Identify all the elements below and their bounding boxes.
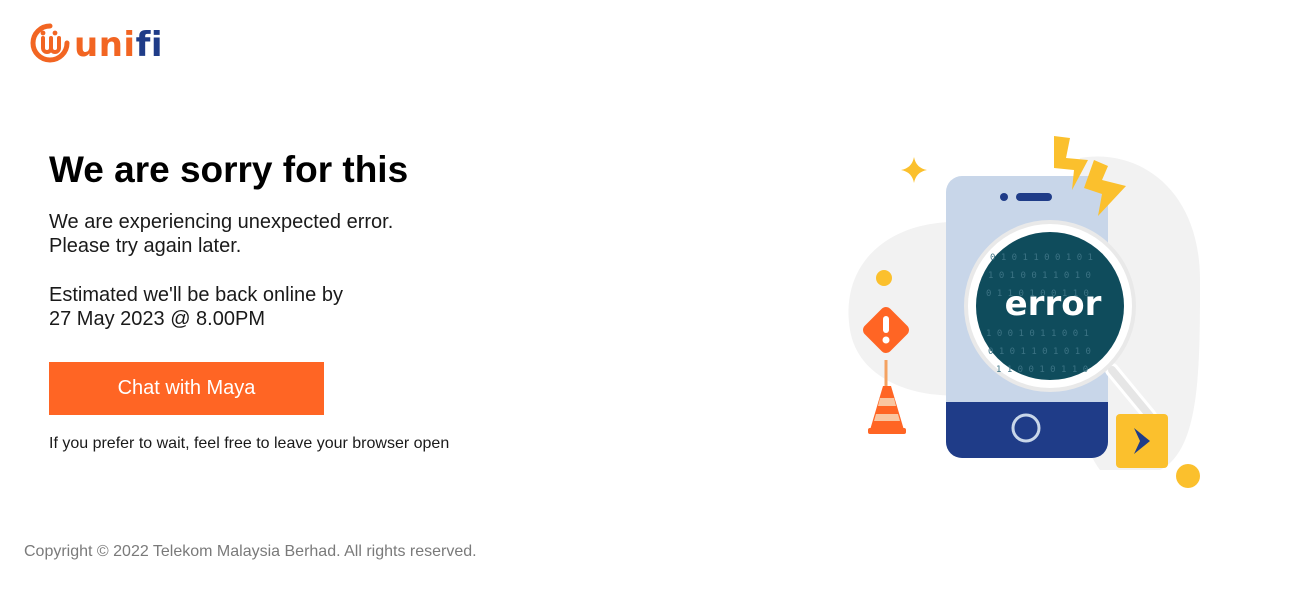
error-illustration: 0 1 0 1 1 0 0 1 0 1 1 0 1 0 0 1 1 0 1 0 … [848, 136, 1200, 488]
estimated-return-datetime: 27 May 2023 @ 8.00PM [49, 308, 265, 330]
error-message-line-1: We are experiencing unexpected error. [49, 211, 394, 233]
unifi-logo-icon [30, 23, 70, 63]
logo-wordmark-uni: uni [74, 25, 136, 65]
page-title: We are sorry for this [49, 149, 409, 190]
chat-with-maya-button[interactable]: Chat with Maya [49, 362, 324, 415]
error-message: We are experiencing unexpected error. Pl… [49, 210, 569, 258]
svg-text:0 1 0 1 1 0 1 0 1 0: 0 1 0 1 1 0 1 0 1 0 [988, 347, 1091, 357]
error-message-line-2: Please try again later. [49, 235, 242, 257]
error-page: unifi We are sorry for this We are exper… [0, 0, 1302, 614]
logo-wordmark: unifi [74, 28, 163, 62]
logo-wordmark-fi: fi [135, 25, 164, 65]
traffic-cone-icon [868, 386, 906, 434]
sparkle-icon [901, 157, 927, 183]
unifi-logo[interactable]: unifi [30, 18, 163, 70]
estimated-return-label: Estimated we'll be back online by [49, 284, 343, 306]
wait-note: If you prefer to wait, feel free to leav… [49, 435, 450, 452]
svg-text:1 0 0 1 0 1 1 0 0 1: 1 0 0 1 0 1 1 0 0 1 [986, 329, 1089, 339]
svg-text:0 1 0 1 1 0 0 1 0 1: 0 1 0 1 1 0 0 1 0 1 [990, 253, 1093, 263]
copyright-text: Copyright © 2022 Telekom Malaysia Berhad… [24, 543, 477, 560]
svg-text:1 0 1 0 0 1 1 0 1 0: 1 0 1 0 0 1 1 0 1 0 [988, 271, 1091, 281]
error-content: We are sorry for this We are experiencin… [49, 148, 569, 453]
svg-text:1 1 0 0 1 0 1 1 0: 1 1 0 0 1 0 1 1 0 [996, 365, 1088, 375]
chevron-right-icon [1116, 414, 1168, 468]
error-label: error [1005, 284, 1102, 324]
estimated-return: Estimated we'll be back online by 27 May… [49, 283, 569, 331]
